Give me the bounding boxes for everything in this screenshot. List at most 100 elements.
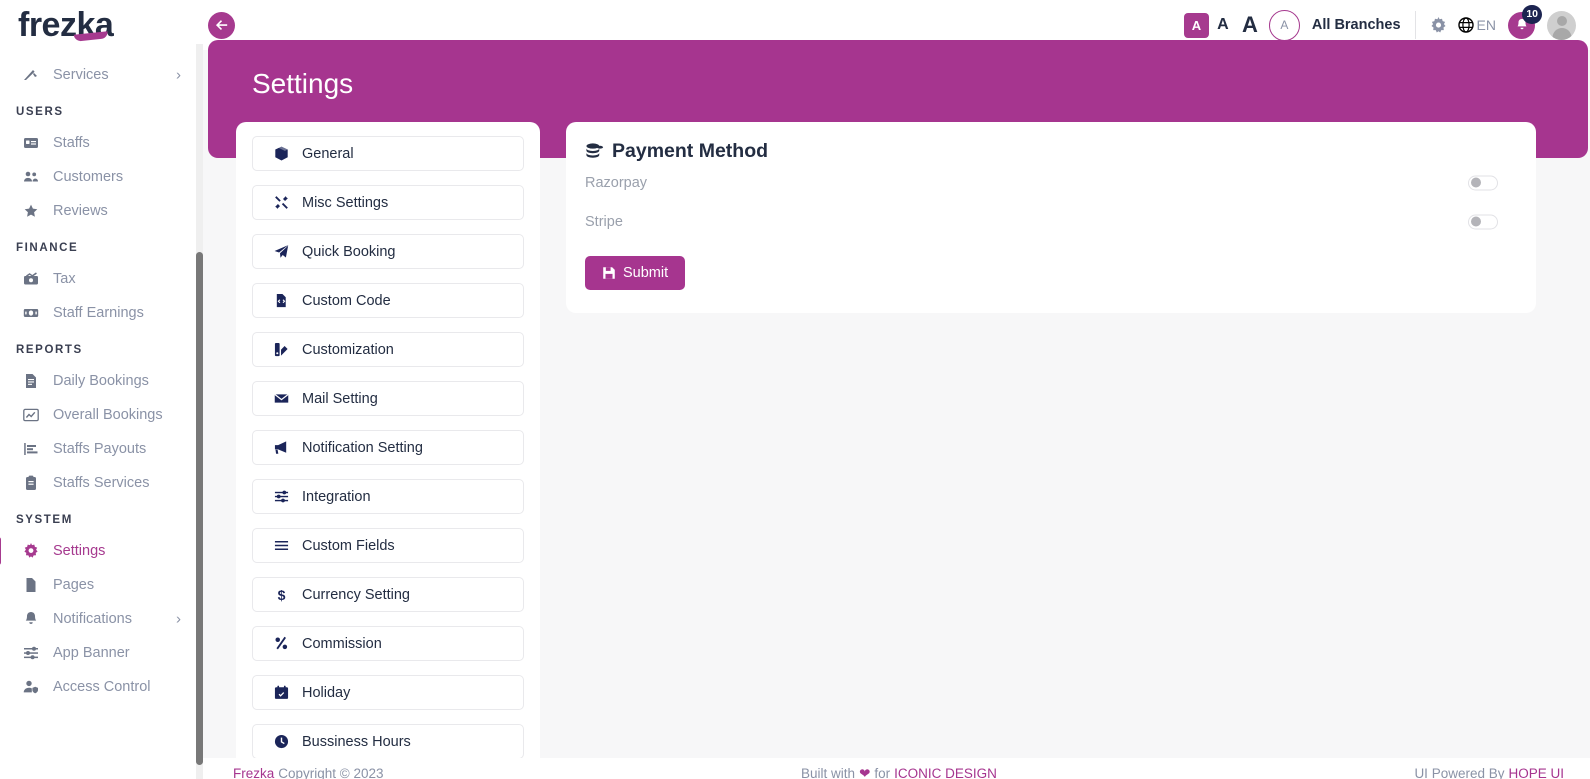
sidebar-item-label: Tax — [53, 271, 76, 287]
sidebar-item-label: Staff Earnings — [53, 305, 144, 321]
settings-menu-label: Currency Setting — [302, 586, 410, 603]
svg-text:$: $ — [277, 587, 285, 602]
settings-menu-label: Integration — [302, 488, 371, 505]
settings-menu-item-misc-settings[interactable]: Misc Settings — [252, 185, 524, 220]
sidebar-item-label: Reviews — [53, 203, 108, 219]
divider — [1414, 11, 1416, 39]
sidebar-item-staffs[interactable]: Staffs — [0, 126, 203, 160]
footer-powered-by: UI Powered By HOPE UI — [1414, 766, 1564, 779]
sidebar-item-overall-bookings[interactable]: Overall Bookings — [0, 398, 203, 432]
footer-copyright: Frezka Copyright © 2023 — [233, 766, 384, 779]
percent-icon — [273, 636, 289, 651]
toggle-knob — [1471, 216, 1481, 227]
settings-menu-item-custom-fields[interactable]: Custom Fields — [252, 528, 524, 563]
sidebar-section-finance: FINANCE — [16, 242, 79, 254]
back-button[interactable] — [208, 12, 235, 39]
sidebar-item-app-banner[interactable]: App Banner — [0, 636, 203, 670]
settings-menu-item-currency-setting[interactable]: $ Currency Setting — [252, 577, 524, 612]
settings-menu-label: Holiday — [302, 684, 351, 701]
tools-icon — [273, 195, 289, 210]
sidebar-item-label: App Banner — [53, 645, 130, 661]
sidebar-nav: Services › USERS Staffs Customers Review… — [0, 44, 203, 779]
user-shield-icon — [22, 679, 39, 696]
payment-row-stripe: Stripe — [585, 202, 1517, 241]
sidebar-item-daily-bookings[interactable]: Daily Bookings — [0, 364, 203, 398]
sidebar-item-staff-earnings[interactable]: Staff Earnings — [0, 296, 203, 330]
payment-row-razorpay: Razorpay — [585, 163, 1517, 202]
bell-icon — [22, 611, 39, 628]
payment-method-card: Payment Method Razorpay Stripe Submit — [566, 122, 1536, 313]
sliders-icon — [22, 645, 39, 662]
dollar-icon: $ — [273, 587, 289, 602]
invoice-icon — [22, 373, 39, 390]
envelope-icon — [273, 391, 289, 406]
services-icon — [22, 67, 39, 84]
font-size-controls: A A A — [1183, 12, 1263, 38]
razorpay-toggle[interactable] — [1468, 175, 1498, 190]
language-label: EN — [1476, 17, 1496, 33]
submit-button[interactable]: Submit — [585, 256, 686, 290]
settings-menu-label: Custom Fields — [302, 537, 395, 554]
branch-selector[interactable]: All Branches — [1312, 17, 1401, 33]
list-icon — [273, 538, 289, 553]
page-title: Settings — [252, 68, 354, 99]
settings-menu-item-general[interactable]: General — [252, 136, 524, 171]
sidebar-section-reports: REPORTS — [16, 344, 83, 356]
sidebar-item-tax[interactable]: Tax — [0, 262, 203, 296]
language-selector[interactable]: EN — [1457, 17, 1496, 33]
sidebar-item-label: Staffs Services — [53, 475, 150, 491]
settings-menu-label: Notification Setting — [302, 439, 423, 456]
brand-logo[interactable]: frezka — [18, 6, 114, 45]
accessibility-button[interactable]: A — [1268, 9, 1300, 41]
footer-brand-link[interactable]: Frezka — [233, 766, 274, 779]
sidebar-item-staffs-services[interactable]: Staffs Services — [0, 466, 203, 500]
settings-menu-item-mail-setting[interactable]: Mail Setting — [252, 381, 524, 416]
money-chart-icon — [22, 271, 39, 288]
sidebar-item-label: Access Control — [53, 679, 151, 695]
font-size-medium-button[interactable]: A — [1211, 13, 1235, 38]
stripe-toggle[interactable] — [1468, 214, 1498, 229]
settings-menu-item-integration[interactable]: Integration — [252, 479, 524, 514]
settings-menu-item-notification-setting[interactable]: Notification Setting — [252, 430, 524, 465]
font-size-large-button[interactable]: A — [1237, 12, 1263, 38]
globe-icon — [1457, 17, 1474, 33]
settings-menu-item-customization[interactable]: Customization — [252, 332, 524, 367]
notifications-button[interactable]: 10 — [1508, 4, 1542, 39]
sidebar-item-label: Services — [53, 67, 109, 83]
sidebar-item-access-control[interactable]: Access Control — [0, 670, 203, 704]
sidebar-section-system: SYSTEM — [16, 514, 73, 526]
sidebar-item-pages[interactable]: Pages — [0, 568, 203, 602]
sidebar-item-customers[interactable]: Customers — [0, 160, 203, 194]
settings-menu-item-custom-code[interactable]: Custom Code — [252, 283, 524, 318]
users-icon — [22, 169, 39, 186]
footer-iconic-design-link[interactable]: ICONIC DESIGN — [894, 766, 997, 779]
footer-hope-ui-link[interactable]: HOPE UI — [1508, 766, 1564, 779]
settings-menu-item-bussiness-hours[interactable]: Bussiness Hours — [252, 724, 524, 759]
file-icon — [22, 577, 39, 594]
sidebar-item-reviews[interactable]: Reviews — [0, 194, 203, 228]
gear-icon[interactable] — [1430, 16, 1447, 34]
footer-powered-prefix: UI Powered By — [1414, 766, 1505, 779]
font-size-small-button[interactable]: A — [1183, 12, 1209, 38]
payment-row-label: Razorpay — [585, 174, 648, 191]
bar-chart-icon — [22, 441, 39, 458]
sidebar-scrollbar-track[interactable] — [196, 44, 203, 779]
sidebar-item-notifications[interactable]: Notifications › — [0, 602, 203, 636]
sidebar-item-staffs-payouts[interactable]: Staffs Payouts — [0, 432, 203, 466]
sidebar-item-services[interactable]: Services › — [0, 58, 203, 92]
save-icon — [603, 267, 615, 279]
footer-built-mid: for — [874, 766, 891, 779]
sidebar-item-label: Daily Bookings — [53, 373, 149, 389]
sidebar-scrollbar-thumb[interactable] — [196, 252, 203, 765]
settings-menu-item-commission[interactable]: Commission — [252, 626, 524, 661]
chevron-right-icon: › — [176, 66, 181, 84]
sidebar-item-label: Pages — [53, 577, 95, 593]
settings-menu-label: Misc Settings — [302, 194, 389, 211]
sidebar-item-label: Staffs Payouts — [53, 441, 147, 457]
coins-icon — [586, 143, 604, 158]
avatar[interactable] — [1547, 10, 1576, 40]
sidebar-item-settings[interactable]: Settings — [0, 534, 203, 568]
settings-menu-item-holiday[interactable]: Holiday — [252, 675, 524, 710]
settings-menu-item-quick-booking[interactable]: Quick Booking — [252, 234, 524, 269]
app-root: frezka Services › USERS Staffs Customers… — [0, 0, 1590, 779]
